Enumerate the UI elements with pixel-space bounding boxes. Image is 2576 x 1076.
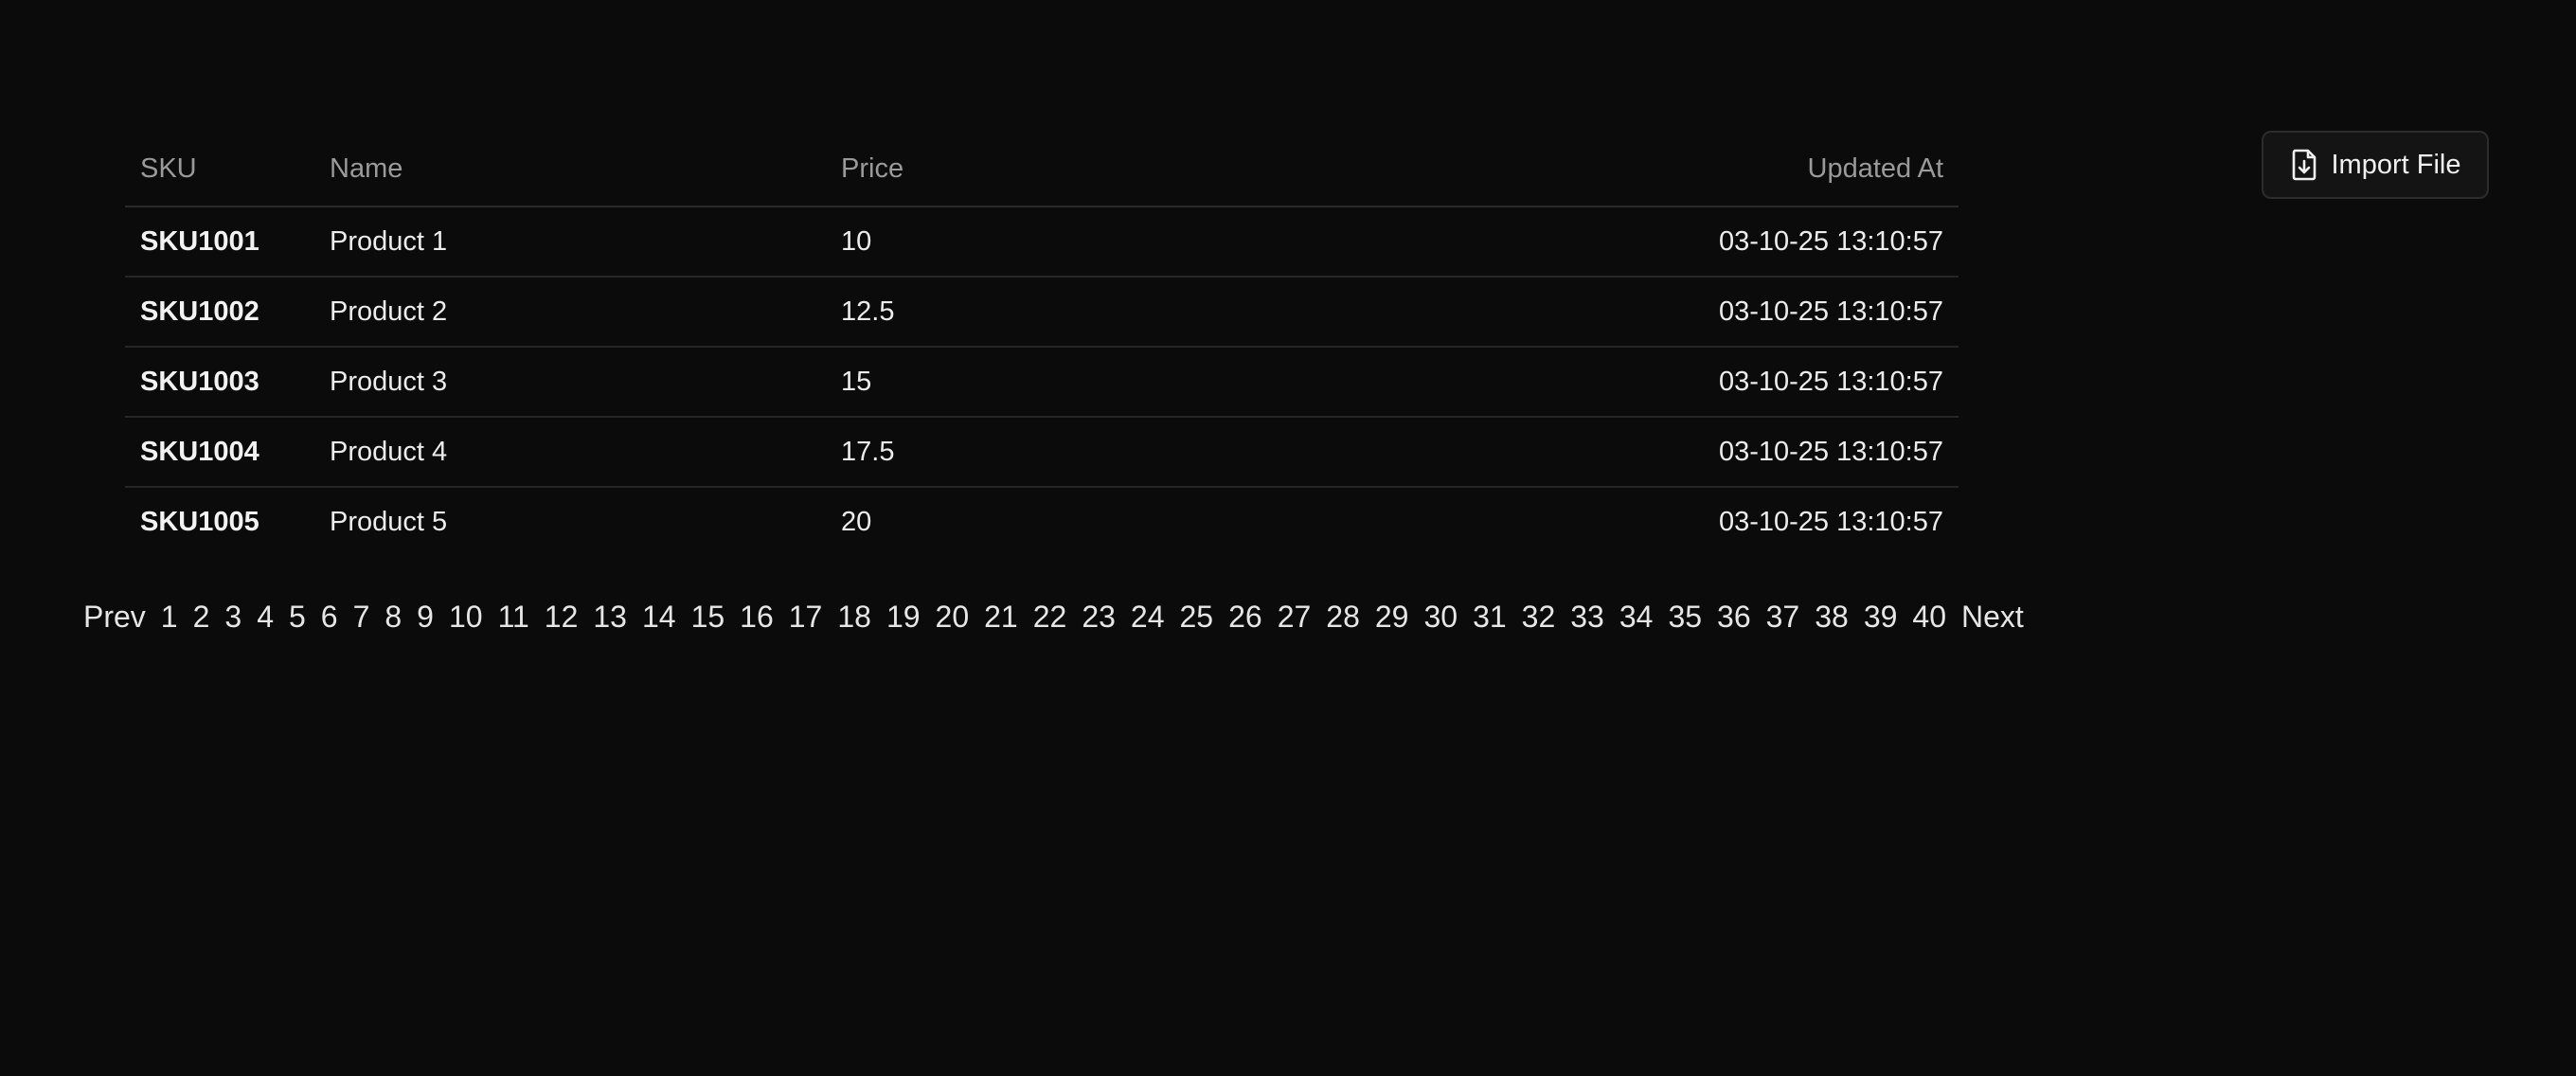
page-link[interactable]: 1	[161, 600, 178, 635]
page-link[interactable]: 32	[1522, 600, 1556, 635]
table-row: SKU1003 Product 3 15 03-10-25 13:10:57	[125, 347, 1959, 418]
cell-name: Product 2	[314, 277, 826, 348]
cell-name: Product 1	[314, 206, 826, 278]
page-link[interactable]: 26	[1228, 600, 1262, 635]
cell-price: 10	[826, 206, 1489, 278]
page-link[interactable]: 27	[1278, 600, 1312, 635]
products-table: SKU Name Price Updated At SKU1001 Produc…	[125, 133, 1959, 556]
cell-sku: SKU1005	[140, 506, 259, 537]
import-file-button[interactable]: Import File	[2262, 131, 2489, 199]
cell-updated-at: 03-10-25 13:10:57	[1489, 347, 1959, 418]
cell-price: 17.5	[826, 417, 1489, 488]
column-header-name: Name	[314, 133, 826, 207]
page-link[interactable]: 12	[545, 600, 579, 635]
table-row: SKU1005 Product 5 20 03-10-25 13:10:57	[125, 487, 1959, 556]
cell-name: Product 4	[314, 417, 826, 488]
page-link[interactable]: 3	[224, 600, 242, 635]
cell-sku: SKU1004	[125, 417, 314, 488]
column-header-sku: SKU	[125, 133, 314, 207]
table-row: SKU1002 Product 2 12.5 03-10-25 13:10:57	[125, 277, 1959, 348]
cell-updated-at: 03-10-25 13:10:57	[1718, 506, 1943, 537]
table-row: SKU1004 Product 4 17.5 03-10-25 13:10:57	[125, 417, 1959, 488]
page-link[interactable]: 15	[691, 600, 725, 635]
prev-page-link[interactable]: Prev	[83, 600, 146, 635]
page-link[interactable]: 10	[449, 600, 483, 635]
next-page-link[interactable]: Next	[1961, 600, 2024, 635]
page-link[interactable]: 31	[1473, 600, 1507, 635]
cell-price: 12.5	[826, 277, 1489, 348]
page-link[interactable]: 22	[1033, 600, 1067, 635]
table-header-row: SKU Name Price Updated At	[125, 133, 1959, 207]
cell-name: Product 3	[314, 347, 826, 418]
cell-updated-at: 03-10-25 13:10:57	[1489, 206, 1959, 278]
page-link[interactable]: 19	[886, 600, 921, 635]
page-link[interactable]: 13	[593, 600, 627, 635]
column-header-price: Price	[826, 133, 1489, 207]
cell-updated-at: 03-10-25 13:10:57	[1489, 417, 1959, 488]
page-link[interactable]: 2	[193, 600, 210, 635]
cell-sku: SKU1001	[125, 206, 314, 278]
page-link[interactable]: 39	[1864, 600, 1898, 635]
column-header-updated-at: Updated At	[1489, 133, 1959, 207]
page-link[interactable]: 23	[1082, 600, 1116, 635]
page-link[interactable]: 5	[289, 600, 306, 635]
page-link[interactable]: 14	[642, 600, 676, 635]
page-link[interactable]: 6	[321, 600, 338, 635]
cell-price: 20	[841, 506, 872, 537]
page-link[interactable]: 20	[936, 600, 970, 635]
file-download-icon	[2290, 149, 2318, 181]
table-row: SKU1001 Product 1 10 03-10-25 13:10:57	[125, 206, 1959, 278]
page-link[interactable]: 38	[1815, 600, 1849, 635]
pagination: Prev 1 2 3 4 5 6 7 8 9 10 11 12 13 14 15 16 17 18 19 20 21 22…	[83, 593, 2039, 640]
page-link[interactable]: 9	[417, 600, 434, 635]
page-link[interactable]: 7	[353, 600, 370, 635]
page-link[interactable]: 21	[984, 600, 1018, 635]
import-file-label: Import File	[2331, 149, 2461, 180]
cell-price: 15	[826, 347, 1489, 418]
page-link[interactable]: 37	[1766, 600, 1800, 635]
cell-name: Product 5	[330, 506, 448, 537]
page-link[interactable]: 8	[385, 600, 402, 635]
page-link[interactable]: 36	[1717, 600, 1751, 635]
page-link[interactable]: 33	[1570, 600, 1604, 635]
page-link[interactable]: 34	[1619, 600, 1654, 635]
cell-sku: SKU1003	[125, 347, 314, 418]
page-link[interactable]: 24	[1131, 600, 1165, 635]
page-link[interactable]: 4	[257, 600, 274, 635]
page-link[interactable]: 40	[1912, 600, 1946, 635]
page-link[interactable]: 29	[1375, 600, 1409, 635]
page-link[interactable]: 25	[1180, 600, 1214, 635]
page-link[interactable]: 18	[837, 600, 871, 635]
cell-sku: SKU1002	[125, 277, 314, 348]
page-link[interactable]: 28	[1326, 600, 1360, 635]
page-link[interactable]: 17	[789, 600, 823, 635]
page-link[interactable]: 30	[1423, 600, 1458, 635]
page-link[interactable]: 16	[740, 600, 774, 635]
products-table-container: SKU Name Price Updated At SKU1001 Produc…	[125, 133, 1959, 556]
page-link[interactable]: 35	[1668, 600, 1702, 635]
page-link[interactable]: 11	[498, 600, 529, 635]
cell-updated-at: 03-10-25 13:10:57	[1489, 277, 1959, 348]
